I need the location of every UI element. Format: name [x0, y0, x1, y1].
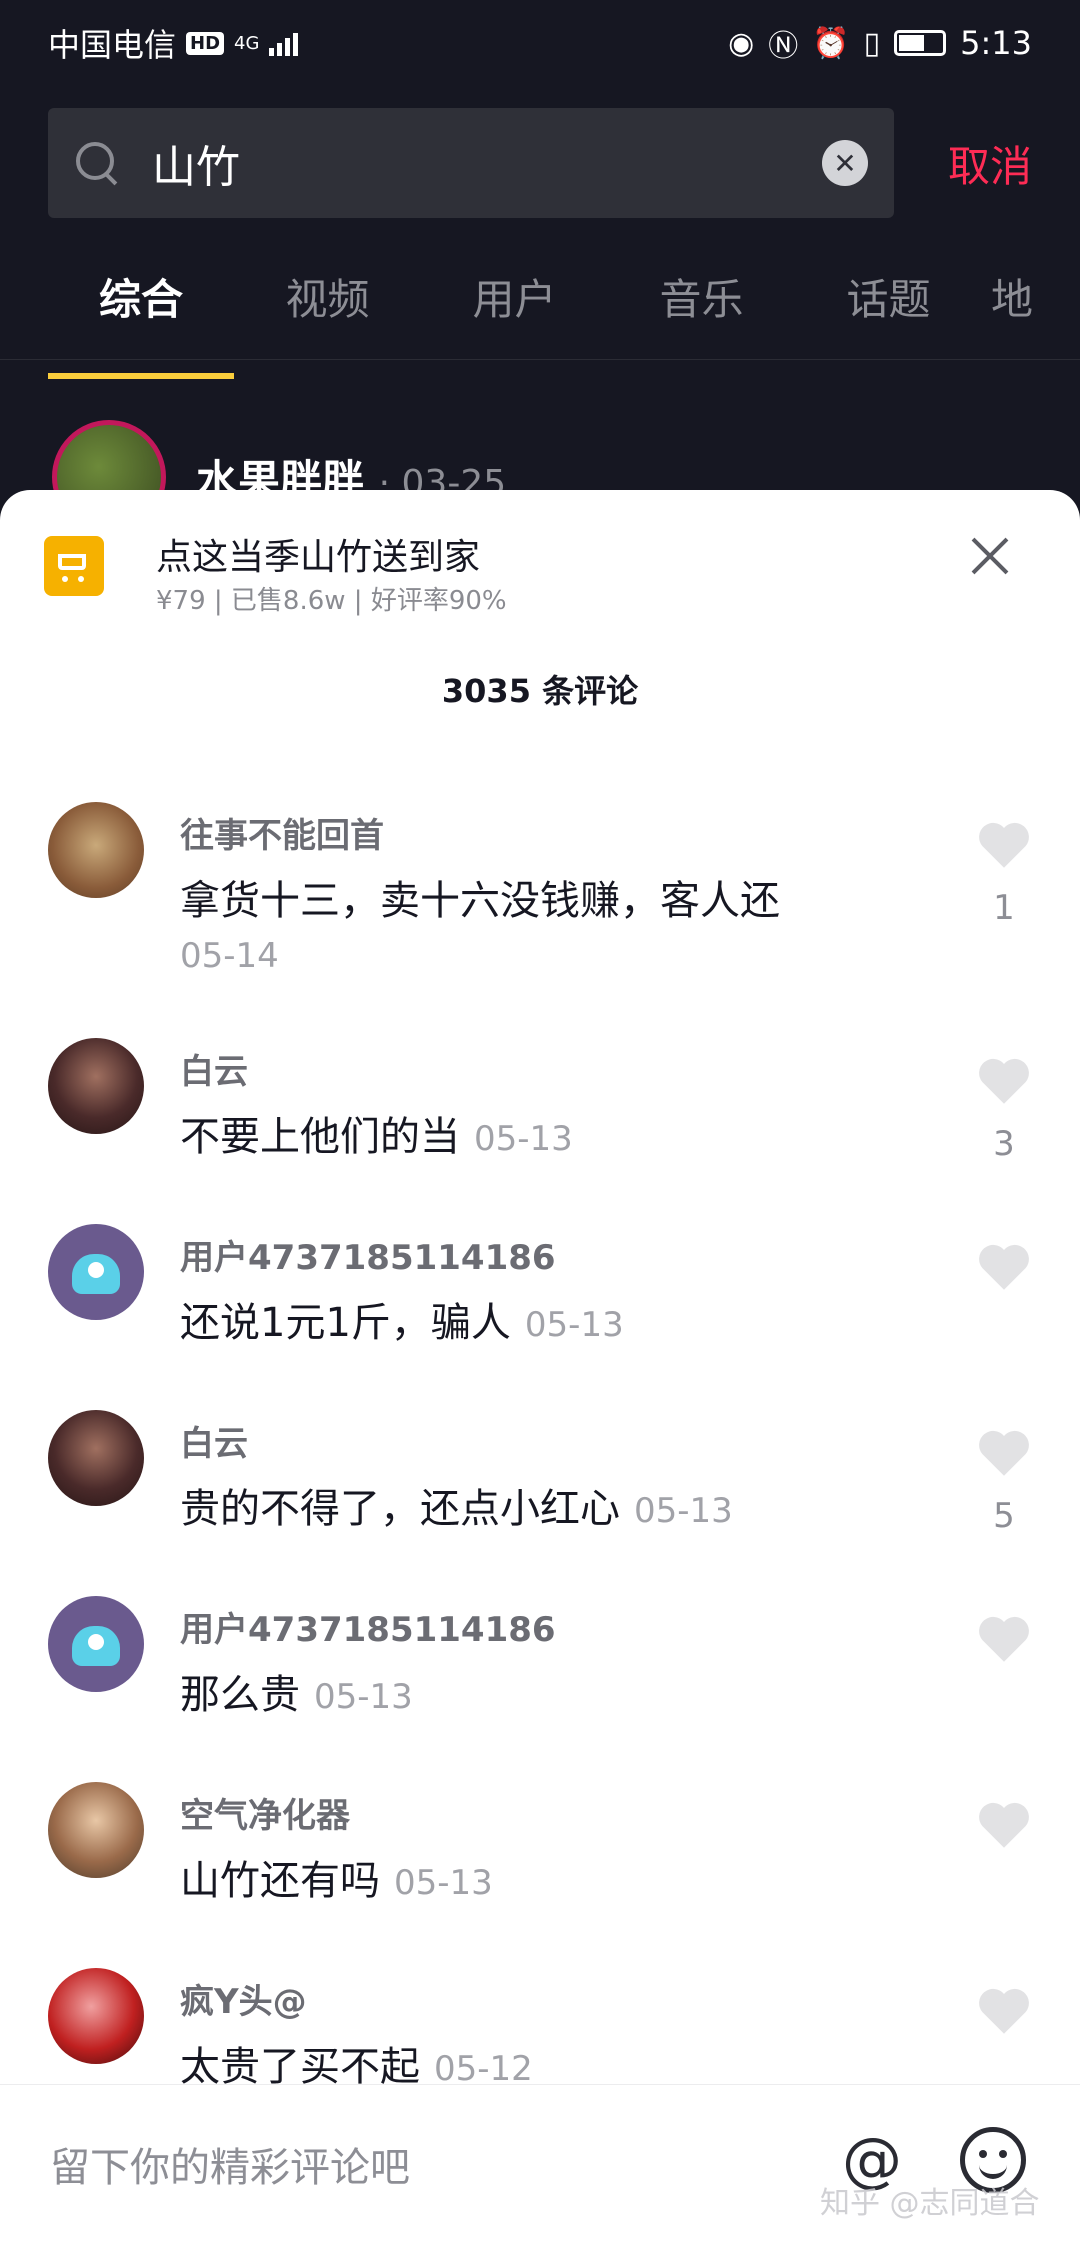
- comment-date: 05-13: [524, 1305, 624, 1345]
- search-bar: 山竹 ✕ 取消: [48, 108, 1032, 218]
- cancel-button[interactable]: 取消: [948, 133, 1032, 194]
- carrier-label: 中国电信: [48, 26, 177, 64]
- avatar[interactable]: [48, 1596, 144, 1692]
- comment-text: 拿货十三，卖十六没钱赚，客人还: [180, 878, 780, 924]
- clear-icon[interactable]: ✕: [822, 140, 868, 186]
- comment-item[interactable]: 白云 不要上他们的当 05-13 3: [0, 1038, 1080, 1224]
- heart-icon: [979, 1058, 1029, 1104]
- product-banner[interactable]: 点这当季山竹送到家 ¥79 | 已售8.6w | 好评率90%: [44, 528, 1036, 618]
- comment-count: 3035 条评论: [441, 672, 639, 710]
- tab-video[interactable]: 视频: [234, 260, 421, 359]
- product-meta: ¥79 | 已售8.6w | 好评率90%: [156, 586, 507, 616]
- clock: 5:13: [960, 24, 1032, 62]
- search-query[interactable]: 山竹: [152, 131, 822, 195]
- comment-item[interactable]: 往事不能回首 拿货十三，卖十六没钱赚，客人还 05-14 1: [0, 802, 1080, 1038]
- comment-item[interactable]: 用户4737185114186 那么贵 05-13: [0, 1596, 1080, 1782]
- like-count: 5: [993, 1496, 1015, 1536]
- comment-author[interactable]: 白云: [180, 1416, 248, 1465]
- vibrate-icon: ▯: [863, 25, 881, 61]
- heart-icon: [979, 1244, 1029, 1290]
- comment-list: 往事不能回首 拿货十三，卖十六没钱赚，客人还 05-14 1 白云 不要上他们的…: [0, 802, 1080, 2154]
- comment-text: 还说1元1斤，骗人: [180, 1300, 511, 1346]
- avatar[interactable]: [48, 1038, 144, 1134]
- comment-text: 山竹还有吗: [180, 1858, 380, 1904]
- search-icon: [74, 140, 120, 186]
- like-button[interactable]: [974, 1242, 1034, 1310]
- comment-item[interactable]: 空气净化器 山竹还有吗 05-13: [0, 1782, 1080, 1968]
- like-count: 1: [993, 888, 1015, 928]
- avatar[interactable]: [48, 1410, 144, 1506]
- comment-author[interactable]: 空气净化器: [180, 1788, 350, 1837]
- avatar[interactable]: [48, 1782, 144, 1878]
- heart-icon: [979, 1988, 1029, 2034]
- heart-icon: [979, 1616, 1029, 1662]
- product-title[interactable]: 点这当季山竹送到家: [156, 528, 480, 580]
- comment-input[interactable]: 留下你的精彩评论吧: [50, 2135, 410, 2193]
- comment-date: 05-13: [634, 1491, 733, 1531]
- status-bar: 中国电信 HD 4G ◉ Ⓝ ⏰ ▯ 5:13: [0, 0, 1080, 86]
- shopping-cart-icon: [44, 536, 104, 596]
- comment-author[interactable]: 用户4737185114186: [180, 1602, 556, 1651]
- like-button[interactable]: [974, 1800, 1034, 1868]
- search-input[interactable]: 山竹 ✕: [48, 108, 894, 218]
- like-button[interactable]: [974, 1614, 1034, 1682]
- like-button[interactable]: 3: [974, 1056, 1034, 1164]
- like-button[interactable]: [974, 1986, 1034, 2054]
- heart-icon: [979, 1430, 1029, 1476]
- avatar[interactable]: [48, 1968, 144, 2064]
- search-tabs: 综合 视频 用户 音乐 话题 地: [0, 260, 1080, 379]
- comment-text: 那么贵: [180, 1672, 300, 1718]
- close-icon[interactable]: [962, 528, 1018, 584]
- eye-icon: ◉: [728, 25, 755, 61]
- heart-icon: [979, 822, 1029, 868]
- network-label: 4G: [234, 32, 260, 54]
- comment-author[interactable]: 白云: [180, 1044, 248, 1093]
- comment-date: 05-14: [180, 936, 279, 976]
- comment-sheet: 点这当季山竹送到家 ¥79 | 已售8.6w | 好评率90% 3035 条评论…: [0, 490, 1080, 2244]
- hd-badge: HD: [186, 31, 225, 55]
- signal-icon: [269, 30, 299, 56]
- comment-text: 不要上他们的当: [180, 1114, 460, 1160]
- like-count: 3: [993, 1124, 1015, 1164]
- tab-topics[interactable]: 话题: [795, 260, 982, 359]
- avatar[interactable]: [48, 802, 144, 898]
- like-button[interactable]: 5: [974, 1428, 1034, 1536]
- comment-author[interactable]: 疯Y头@: [180, 1974, 307, 2023]
- tab-general[interactable]: 综合: [48, 260, 234, 379]
- heart-icon: [979, 1802, 1029, 1848]
- comment-author[interactable]: 往事不能回首: [180, 808, 384, 857]
- comment-item[interactable]: 用户4737185114186 还说1元1斤，骗人 05-13: [0, 1224, 1080, 1410]
- watermark: 知乎 @志同道合: [820, 2186, 1040, 2221]
- comment-date: 05-13: [474, 1119, 573, 1159]
- comment-item[interactable]: 白云 贵的不得了，还点小红心 05-13 5: [0, 1410, 1080, 1596]
- comment-date: 05-13: [394, 1863, 493, 1903]
- comment-date: 05-13: [314, 1677, 413, 1717]
- alarm-icon: ⏰: [812, 25, 850, 61]
- comment-date: 05-12: [434, 2049, 533, 2089]
- nfc-icon: Ⓝ: [768, 29, 799, 64]
- comment-author[interactable]: 用户4737185114186: [180, 1230, 556, 1279]
- tab-music[interactable]: 音乐: [608, 260, 795, 359]
- avatar[interactable]: [48, 1224, 144, 1320]
- tab-places[interactable]: 地: [982, 260, 1042, 359]
- tab-users[interactable]: 用户: [421, 260, 608, 359]
- comment-text: 贵的不得了，还点小红心: [180, 1486, 620, 1532]
- like-button[interactable]: 1: [974, 820, 1034, 928]
- battery-icon: [894, 30, 947, 56]
